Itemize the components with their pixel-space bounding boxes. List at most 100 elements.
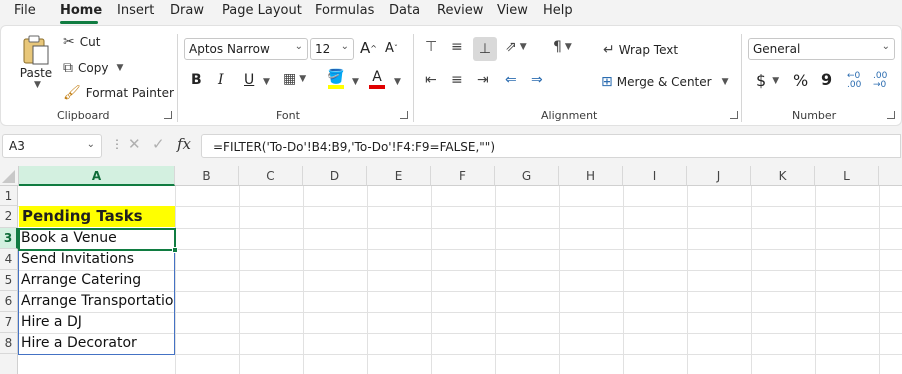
increase-indent-icon: ⇒ xyxy=(531,72,543,88)
paste-label: Paste xyxy=(19,66,53,80)
column-header-a[interactable]: A xyxy=(19,166,175,186)
grow-font-label: A xyxy=(360,39,371,57)
align-right-button[interactable]: ⇥ xyxy=(477,72,489,88)
column-header-c[interactable]: C xyxy=(239,166,303,186)
tab-help[interactable]: Help xyxy=(543,3,573,18)
column-header-l[interactable]: L xyxy=(815,166,879,186)
increase-indent-button[interactable]: ⇒ xyxy=(531,72,543,88)
tab-draw[interactable]: Draw xyxy=(170,3,204,18)
number-format-select[interactable]: General ⌄ xyxy=(748,38,895,60)
borders-icon: ▦ xyxy=(283,71,297,87)
font-name-select[interactable]: Aptos Narrow ⌄ xyxy=(184,38,308,60)
chevron-down-icon: ▼ xyxy=(772,75,780,86)
column-header-k[interactable]: K xyxy=(751,166,815,186)
decrease-decimal-button[interactable]: .00 →0 xyxy=(873,72,887,90)
fill-color-button[interactable]: 🪣 xyxy=(327,69,344,89)
row-header-6[interactable]: 6 xyxy=(0,291,18,312)
underline-button[interactable]: U xyxy=(244,72,254,88)
row-header-2[interactable]: 2 xyxy=(0,206,18,228)
tab-data[interactable]: Data xyxy=(389,3,420,18)
grow-font-button[interactable]: A ^ xyxy=(360,39,377,57)
insert-function-button[interactable]: fx xyxy=(177,135,191,153)
align-middle-button[interactable]: ≡ xyxy=(451,39,463,55)
tab-page-layout[interactable]: Page Layout xyxy=(222,3,302,18)
tab-home[interactable]: Home xyxy=(60,3,102,18)
tab-insert[interactable]: Insert xyxy=(117,3,154,18)
row-header-1[interactable]: 1 xyxy=(0,186,18,206)
formula-input[interactable]: =FILTER('To-Do'!B4:B9,'To-Do'!F4:F9=FALS… xyxy=(201,134,901,158)
chevron-down-icon: ▼ xyxy=(394,77,401,87)
currency-button[interactable]: $ ▼ xyxy=(756,71,779,90)
format-painter-button[interactable]: 🖌 Format Painter xyxy=(63,85,174,101)
more-options-icon[interactable]: ⋮ xyxy=(111,137,123,151)
column-header-i[interactable]: I xyxy=(623,166,687,186)
gridline xyxy=(495,186,496,374)
gridline xyxy=(239,186,240,374)
tab-view[interactable]: View xyxy=(497,3,528,18)
align-left-button[interactable]: ⇤ xyxy=(425,72,437,88)
font-color-button[interactable]: A xyxy=(369,69,385,89)
chevron-down-icon: ▼ xyxy=(263,77,270,87)
copy-label: Copy xyxy=(78,61,109,75)
tab-formulas[interactable]: Formulas xyxy=(315,3,374,18)
column-header-j[interactable]: J xyxy=(687,166,751,186)
confirm-icon[interactable]: ✓ xyxy=(152,135,165,153)
row-header-8[interactable]: 8 xyxy=(0,333,18,354)
column-header-m[interactable] xyxy=(879,166,902,186)
font-launcher-icon[interactable] xyxy=(400,111,408,119)
cell-a2-header[interactable]: Pending Tasks xyxy=(19,206,175,227)
decrease-indent-button[interactable]: ⇐ xyxy=(505,72,517,88)
formula-bar: A3 ⌄ ⋮ ✕ ✓ fx =FILTER('To-Do'!B4:B9,'To-… xyxy=(0,130,902,162)
tab-file[interactable]: File xyxy=(14,3,36,18)
cut-label: Cut xyxy=(79,35,101,49)
column-header-d[interactable]: D xyxy=(303,166,367,186)
wrap-text-button[interactable]: ↵ Wrap Text xyxy=(603,42,678,58)
align-bottom-button[interactable]: ⊥ xyxy=(473,37,497,61)
column-header-e[interactable]: E xyxy=(367,166,431,186)
orientation-button[interactable]: ⇗ ▼ xyxy=(505,39,527,55)
row-header-3[interactable]: 3 xyxy=(0,228,18,249)
chevron-down-icon: ⌄ xyxy=(881,41,890,52)
scissors-icon: ✂ xyxy=(63,34,75,50)
column-header-b[interactable]: B xyxy=(175,166,239,186)
clipboard-launcher-icon[interactable] xyxy=(164,111,172,119)
align-top-button[interactable]: ⊤ xyxy=(425,39,437,55)
shrink-font-label: A xyxy=(385,41,394,56)
wrap-text-label: Wrap Text xyxy=(618,43,679,57)
fill-color-swatch xyxy=(327,85,344,89)
tab-review[interactable]: Review xyxy=(437,3,483,18)
comma-style-button[interactable]: 9 xyxy=(821,70,832,89)
text-direction-button[interactable]: ¶ ▼ xyxy=(553,39,572,55)
align-center-button[interactable]: ≡ xyxy=(451,72,463,88)
row-header-9[interactable] xyxy=(0,354,18,374)
column-header-g[interactable]: G xyxy=(495,166,559,186)
fill-handle[interactable] xyxy=(172,247,178,253)
column-header-h[interactable]: H xyxy=(559,166,623,186)
cut-button[interactable]: ✂ Cut xyxy=(63,34,100,50)
row-header-5[interactable]: 5 xyxy=(0,270,18,291)
alignment-launcher-icon[interactable] xyxy=(730,111,738,119)
copy-button[interactable]: ⧉ Copy ▼ xyxy=(63,60,123,76)
shrink-font-button[interactable]: Aˇ xyxy=(385,41,398,56)
font-size-select[interactable]: 12 ⌄ xyxy=(310,38,354,60)
merge-center-button[interactable]: ⊞ Merge & Center ▼ xyxy=(601,74,729,90)
row-header-7[interactable]: 7 xyxy=(0,312,18,333)
name-box[interactable]: A3 ⌄ xyxy=(2,134,102,158)
borders-button[interactable]: ▦ ▼ xyxy=(283,71,306,87)
cancel-icon[interactable]: ✕ xyxy=(128,135,141,153)
paste-button[interactable]: Paste ▼ xyxy=(19,34,53,90)
italic-button[interactable]: I xyxy=(218,72,224,88)
name-box-value: A3 xyxy=(9,139,25,153)
select-all-icon xyxy=(2,170,15,183)
row-header-4[interactable]: 4 xyxy=(0,249,18,270)
bold-button[interactable]: B xyxy=(191,72,202,88)
gridline xyxy=(559,186,560,374)
increase-decimal-button[interactable]: ←0.00 xyxy=(847,72,861,90)
fill-bucket-icon: 🪣 xyxy=(327,69,345,85)
number-launcher-icon[interactable] xyxy=(887,111,895,119)
column-header-f[interactable]: F xyxy=(431,166,495,186)
font-name-value: Aptos Narrow xyxy=(189,42,270,56)
percent-button[interactable]: % xyxy=(793,71,808,90)
gridline xyxy=(431,186,432,374)
select-all-corner[interactable] xyxy=(0,166,19,186)
